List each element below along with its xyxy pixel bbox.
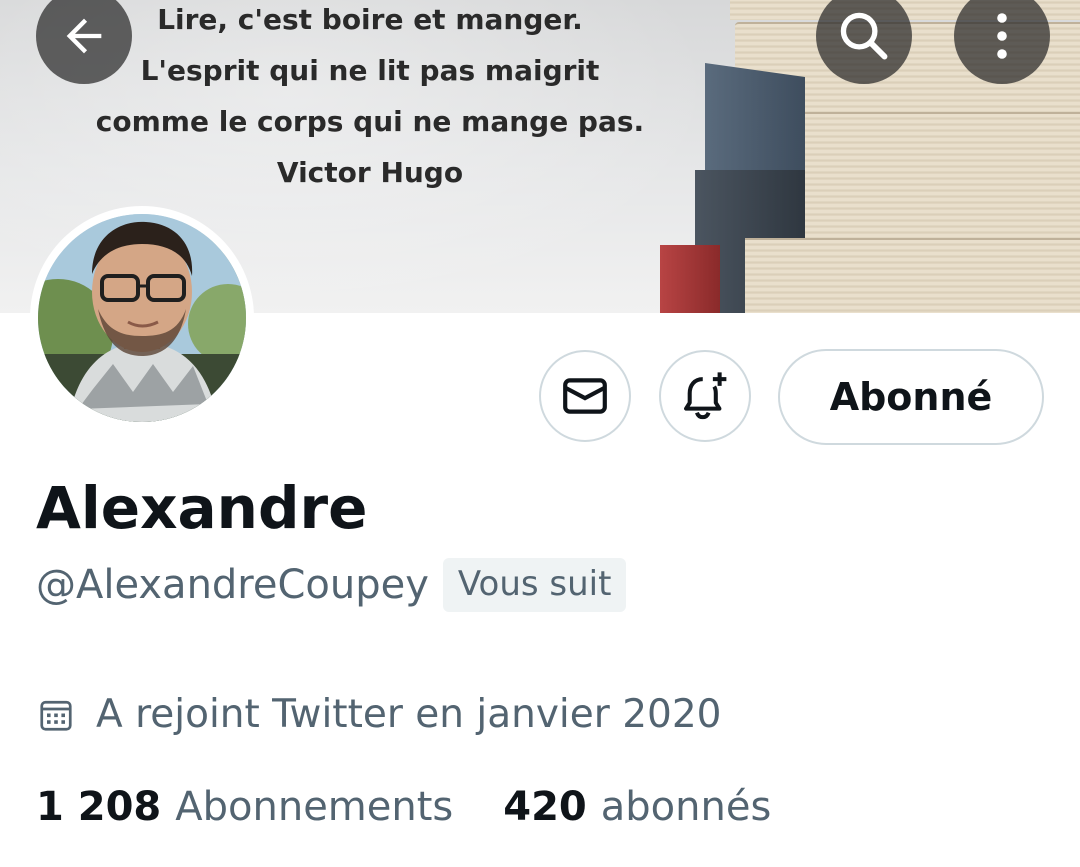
following-stat-link[interactable]: 1 208 Abonnements [36, 784, 453, 830]
following-count: 1 208 [36, 784, 162, 830]
following-label: Abonnements [175, 784, 454, 830]
profile-page: Lire, c'est boire et manger. L'esprit qu… [0, 0, 1080, 867]
avatar-photo [38, 214, 246, 422]
display-name: Alexandre [36, 474, 368, 542]
banner-quote-author: Victor Hugo [276, 156, 464, 189]
more-vertical-icon [997, 13, 1007, 59]
joined-date-text: A rejoint Twitter en janvier 2020 [96, 692, 722, 737]
envelope-icon [563, 378, 607, 414]
followers-label: abonnés [600, 784, 772, 830]
followers-stat-link[interactable]: 420 abonnés [503, 784, 771, 830]
following-button[interactable]: Abonné [778, 349, 1044, 445]
notifications-button[interactable] [659, 350, 751, 442]
joined-date-row: A rejoint Twitter en janvier 2020 [38, 692, 721, 737]
banner-quote-line-2: L'esprit qui ne lit pas maigrit [140, 54, 600, 87]
username-handle: @AlexandreCoupey [36, 562, 429, 608]
bell-plus-icon [684, 372, 727, 420]
follows-you-badge: Vous suit [442, 558, 627, 612]
banner-quote-line-3: comme le corps qui ne mange pas. [95, 105, 645, 138]
banner-quote-line-1: Lire, c'est boire et manger. [157, 3, 583, 36]
arrow-left-icon [66, 18, 102, 54]
banner-quote: Lire, c'est boire et manger. L'esprit qu… [60, 0, 680, 198]
calendar-icon [40, 700, 72, 731]
handle-row: @AlexandreCoupey Vous suit [36, 558, 627, 612]
message-button[interactable] [539, 350, 631, 442]
follow-stats: 1 208 Abonnements 420 abonnés [36, 784, 771, 830]
search-icon [840, 12, 888, 60]
avatar[interactable] [30, 206, 254, 430]
followers-count: 420 [503, 784, 587, 830]
